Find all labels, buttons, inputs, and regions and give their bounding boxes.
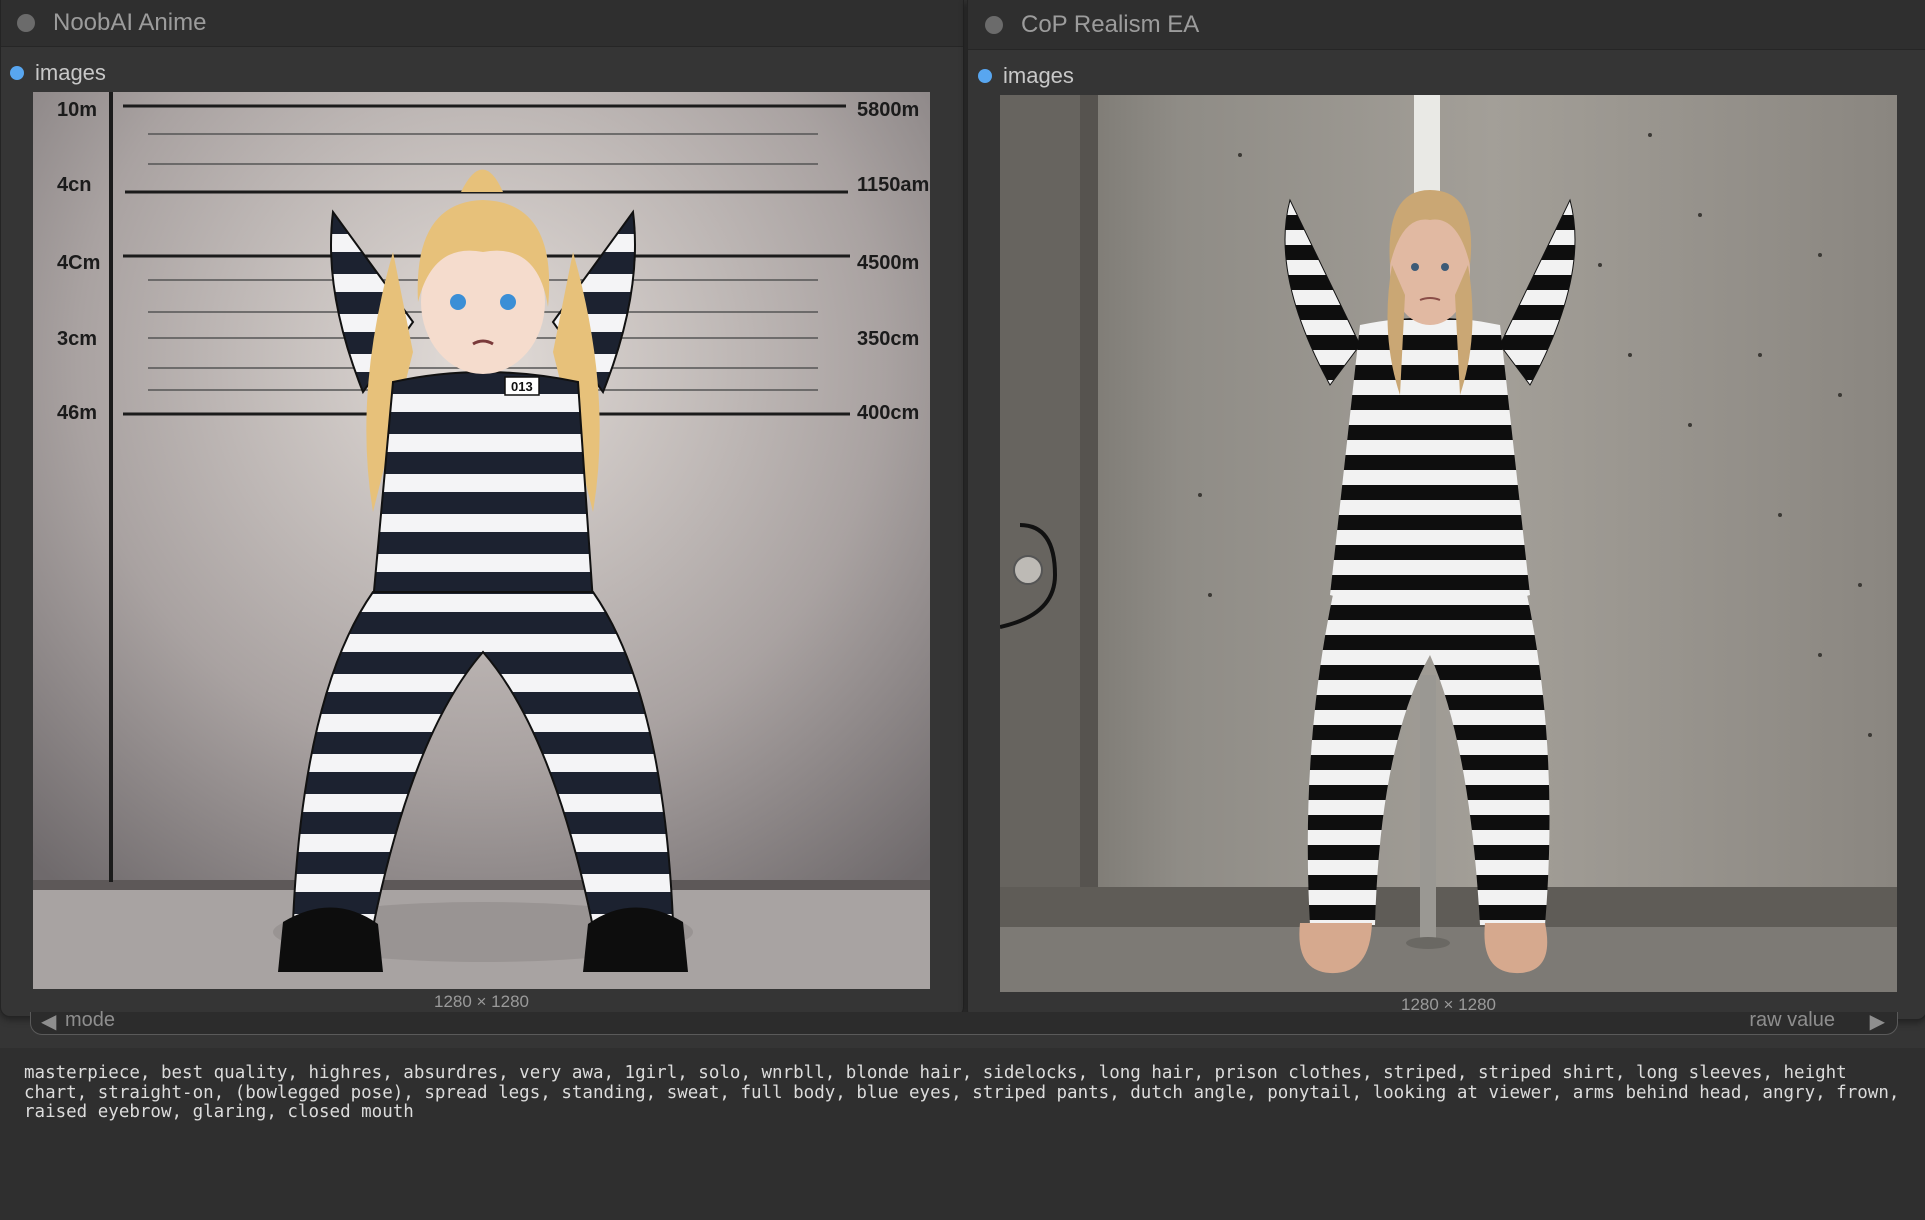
realism-image-preview[interactable]	[1000, 95, 1897, 992]
node-titlebar[interactable]: NoobAI Anime	[1, 0, 963, 47]
node-titlebar[interactable]: CoP Realism EA	[968, 0, 1925, 50]
node-cop-realism-ea[interactable]: CoP Realism EA images 1280 × 1280	[967, 0, 1925, 1020]
height-label: 400cm	[857, 402, 919, 424]
widget-mode-label: mode	[65, 1009, 116, 1031]
svg-text:013: 013	[511, 379, 533, 394]
images-output-slot[interactable]: images	[10, 60, 106, 86]
anime-image: 10m 4cn 4Cm 3cm 46m 5800m 1150am 4500m 3…	[33, 92, 930, 989]
realism-image	[1000, 95, 1897, 992]
slot-label: images	[35, 60, 106, 85]
height-label: 350cm	[857, 328, 919, 350]
slot-dot-icon[interactable]	[978, 69, 992, 83]
collapse-dot-icon[interactable]	[17, 14, 35, 32]
height-label: 1150am	[857, 174, 929, 196]
prompt-text[interactable]: masterpiece, best quality, highres, absu…	[24, 1063, 1904, 1123]
prompt-textarea[interactable]: masterpiece, best quality, highres, absu…	[0, 1048, 1925, 1220]
height-label: 46m	[57, 402, 97, 424]
height-label: 4Cm	[57, 252, 100, 274]
widget-value-label: raw value	[1749, 1009, 1835, 1031]
node-title: CoP Realism EA	[1021, 10, 1200, 38]
collapse-dot-icon[interactable]	[985, 15, 1003, 34]
height-label: 10m	[57, 99, 97, 121]
image-dimensions: 1280 × 1280	[433, 992, 529, 1011]
height-label: 5800m	[857, 99, 919, 121]
images-output-slot[interactable]: images	[978, 63, 1074, 89]
height-label: 4500m	[857, 252, 919, 274]
widget-left-arrow-icon[interactable]: ◀	[41, 1009, 56, 1034]
slot-label: images	[1003, 63, 1074, 88]
node-noobai-anime[interactable]: NoobAI Anime images 10m 4cn 4Cm 3cm 46m …	[0, 0, 964, 1017]
mode-widget[interactable]: ◀ mode raw value ▶	[30, 1009, 1898, 1035]
height-label: 3cm	[57, 328, 97, 350]
node-title: NoobAI Anime	[53, 9, 207, 36]
anime-image-preview[interactable]: 10m 4cn 4Cm 3cm 46m 5800m 1150am 4500m 3…	[33, 92, 930, 989]
widget-right-arrow-icon[interactable]: ▶	[1870, 1009, 1885, 1034]
slot-dot-icon[interactable]	[10, 66, 24, 80]
height-label: 4cn	[57, 174, 91, 196]
